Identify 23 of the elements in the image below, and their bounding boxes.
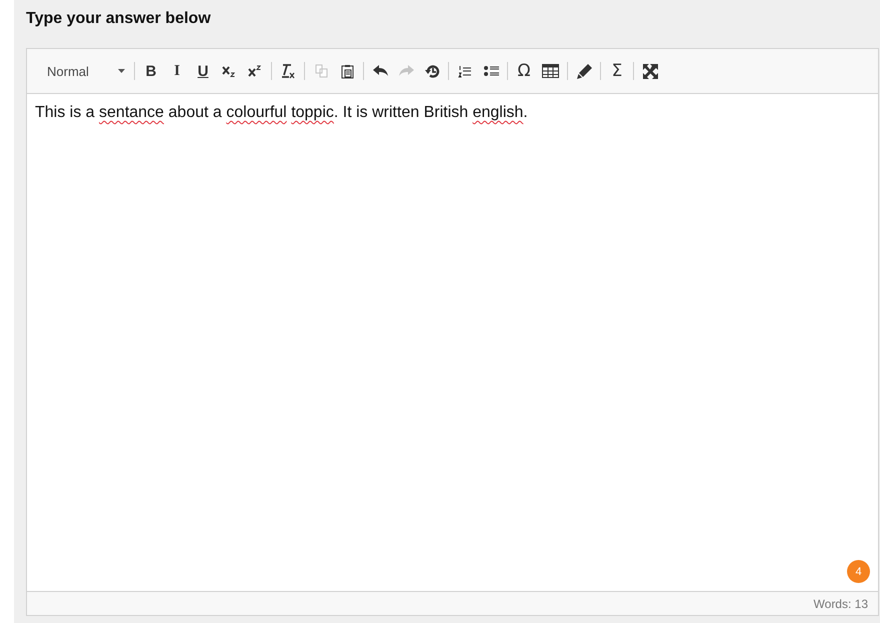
undo-icon (372, 65, 388, 77)
pencil-icon (576, 64, 592, 78)
sum-button[interactable]: Σ (604, 58, 630, 84)
clipboard-icon (340, 64, 354, 78)
table-icon (542, 64, 559, 78)
answer-text[interactable]: This is a sentance about a colourful toppic. It is written British english. (35, 104, 870, 122)
copy-icon (314, 64, 328, 78)
redo-icon (398, 65, 414, 77)
clear-format-icon (281, 64, 295, 78)
heading: Type your answer below (26, 10, 212, 29)
underline-button[interactable]: U (190, 58, 216, 84)
format-dropdown[interactable]: Normal (39, 64, 131, 78)
numbered-list-icon (458, 64, 472, 78)
symbol-button[interactable]: Ω (511, 58, 537, 84)
maximize-icon (642, 64, 658, 78)
bold-button[interactable]: B (138, 58, 164, 84)
word-count: Words: 13 (814, 596, 868, 610)
subscript-icon (222, 65, 236, 77)
italic-button[interactable]: I (164, 58, 190, 84)
history-icon (424, 64, 440, 78)
bulleted-list-icon (484, 65, 498, 77)
superscript-icon (248, 65, 262, 77)
caret-icon (118, 69, 125, 73)
